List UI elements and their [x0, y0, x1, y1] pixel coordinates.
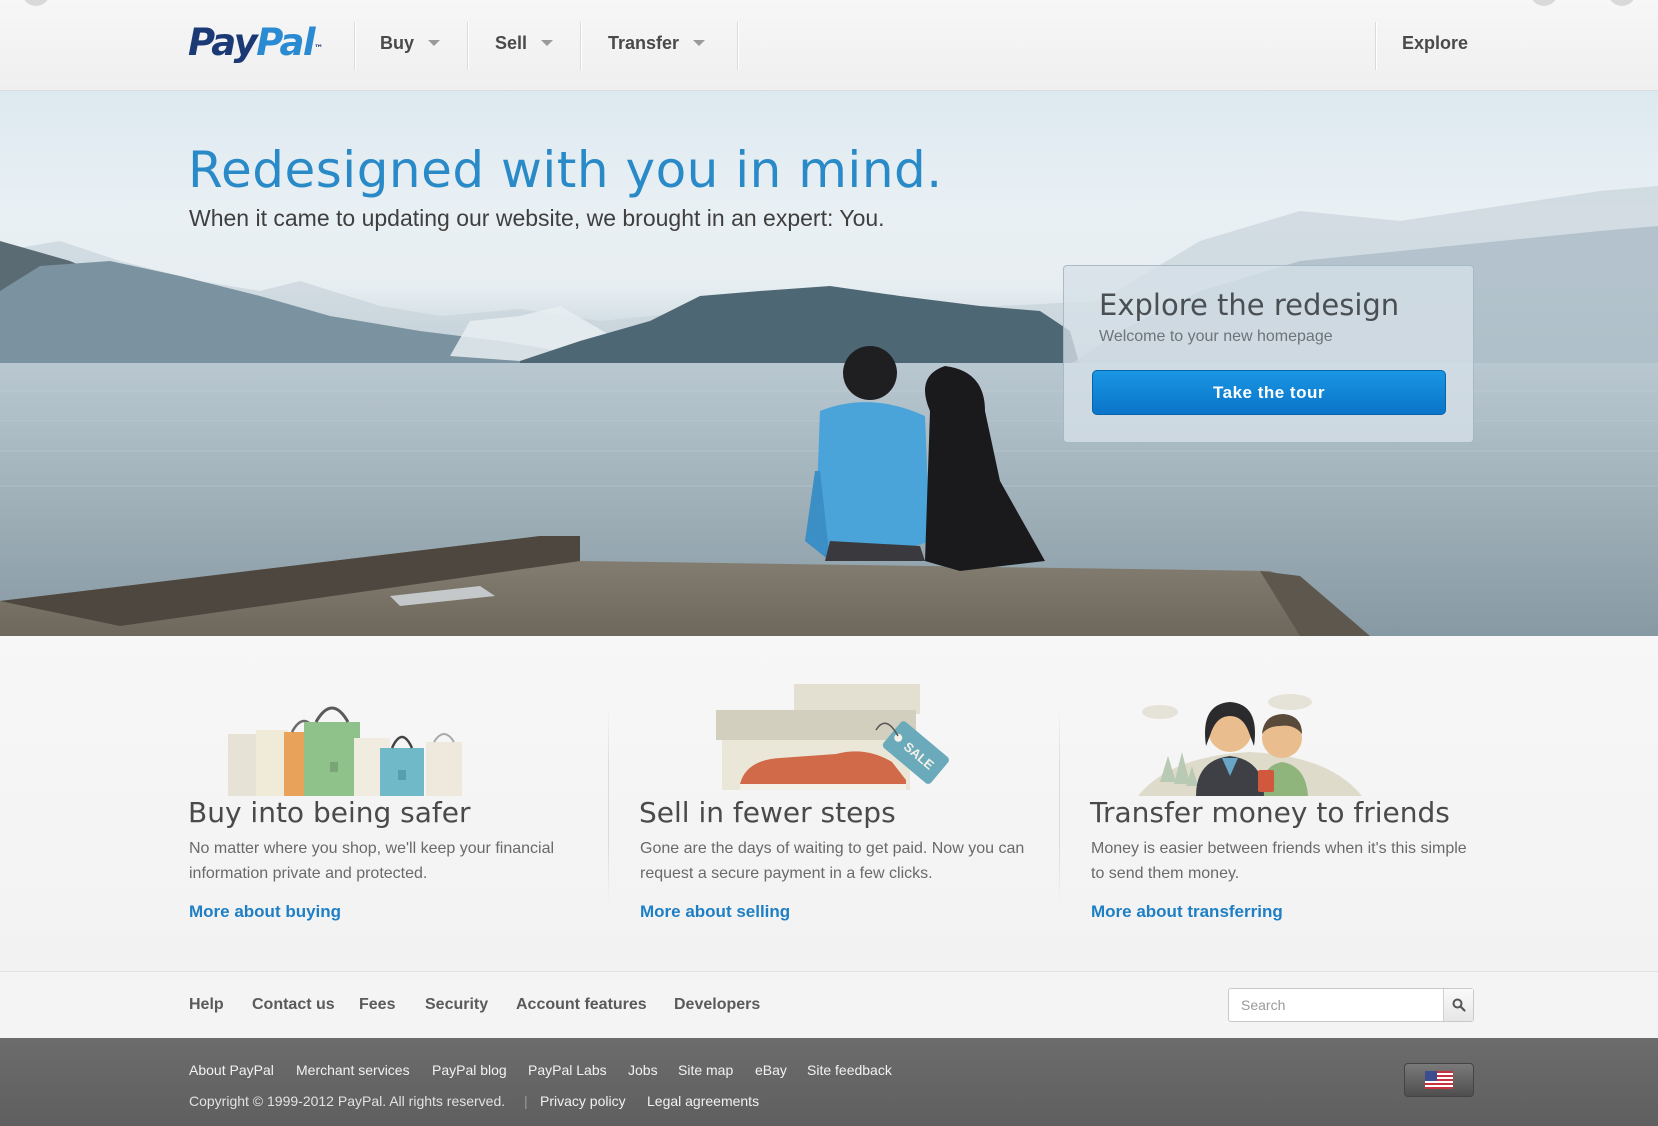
feature-transfer-title: Transfer money to friends — [1090, 796, 1450, 829]
footer-link-account-features[interactable]: Account features — [516, 996, 647, 1014]
bottom-link-merchant-services[interactable]: Merchant services — [296, 1062, 410, 1078]
bottom-link-site-map[interactable]: Site map — [678, 1062, 733, 1078]
feature-divider — [608, 706, 609, 906]
bottom-link-paypal-blog[interactable]: PayPal blog — [432, 1062, 507, 1078]
more-about-selling-link[interactable]: More about selling — [640, 902, 790, 922]
paypal-logo[interactable]: PayPal™ — [188, 20, 323, 66]
window-corner-dot — [22, 0, 50, 6]
bottom-footer: About PayPal Merchant services PayPal bl… — [0, 1038, 1658, 1126]
hero-subtitle: When it came to updating our website, we… — [189, 205, 885, 231]
footer-link-fees[interactable]: Fees — [359, 996, 395, 1014]
nav-explore[interactable]: Explore — [1402, 30, 1468, 56]
legal-separator: | — [524, 1093, 528, 1109]
logo-pay-text: Pay — [188, 21, 258, 64]
friends-icon — [1138, 694, 1362, 796]
feature-divider — [1059, 706, 1060, 906]
trademark-mark: ™ — [314, 44, 323, 54]
explore-redesign-panel: Explore the redesign Welcome to your new… — [1063, 265, 1474, 443]
more-about-buying-link[interactable]: More about buying — [189, 902, 341, 922]
top-header: PayPal™ Buy Sell Transfer Explore — [0, 0, 1658, 91]
nav-divider — [467, 22, 468, 70]
nav-divider — [1375, 22, 1376, 70]
us-flag-icon — [1425, 1071, 1453, 1089]
nav-buy[interactable]: Buy — [380, 30, 441, 56]
copyright-text: Copyright © 1999-2012 PayPal. All rights… — [189, 1093, 506, 1109]
nav-explore-label: Explore — [1402, 32, 1469, 53]
bottom-link-privacy-policy[interactable]: Privacy policy — [540, 1093, 626, 1109]
chevron-down-icon — [541, 40, 554, 46]
nav-transfer[interactable]: Transfer — [608, 30, 706, 56]
search-button[interactable] — [1443, 989, 1473, 1021]
window-corner-dot — [1530, 0, 1558, 6]
search-icon — [1452, 998, 1466, 1012]
footer-links-bar: Help Contact us Fees Security Account fe… — [0, 971, 1658, 1038]
feature-buy-description: No matter where you shop, we'll keep you… — [189, 840, 555, 882]
feature-transfer-description: Money is easier between friends when it'… — [1091, 840, 1467, 882]
footer-search — [1228, 988, 1474, 1022]
footer-link-contact-us[interactable]: Contact us — [252, 996, 335, 1014]
search-input[interactable] — [1229, 989, 1443, 1021]
take-the-tour-button[interactable]: Take the tour — [1092, 370, 1446, 415]
footer-link-help[interactable]: Help — [189, 996, 224, 1014]
bottom-link-site-feedback[interactable]: Site feedback — [807, 1062, 892, 1078]
bottom-link-ebay[interactable]: eBay — [755, 1062, 787, 1078]
bottom-link-legal-agreements[interactable]: Legal agreements — [647, 1093, 759, 1109]
more-about-transferring-link[interactable]: More about transferring — [1091, 902, 1283, 922]
feature-sell-description: Gone are the days of waiting to get paid… — [640, 840, 1025, 882]
nav-divider — [737, 22, 738, 70]
feature-buy-title: Buy into being safer — [188, 796, 471, 829]
nav-transfer-label: Transfer — [608, 32, 680, 53]
nav-sell[interactable]: Sell — [495, 30, 554, 56]
country-selector-button[interactable] — [1404, 1063, 1474, 1097]
nav-divider — [354, 22, 355, 70]
explore-panel-subtitle: Welcome to your new homepage — [1099, 328, 1333, 345]
bottom-link-paypal-labs[interactable]: PayPal Labs — [528, 1062, 607, 1078]
logo-pal-text: Pal — [256, 21, 315, 64]
hero-title: Redesigned with you in mind. — [188, 141, 943, 199]
shoe-box-icon: SALE — [716, 684, 949, 790]
shopping-bags-icon — [228, 706, 462, 796]
footer-link-developers[interactable]: Developers — [674, 996, 760, 1014]
hero-banner: Redesigned with you in mind. When it cam… — [0, 91, 1658, 636]
nav-sell-label: Sell — [495, 32, 528, 53]
features-section: Buy into being safer No matter where you… — [0, 636, 1658, 971]
explore-panel-title: Explore the redesign — [1099, 288, 1400, 322]
bottom-link-about-paypal[interactable]: About PayPal — [189, 1062, 274, 1078]
nav-divider — [580, 22, 581, 70]
chevron-down-icon — [693, 40, 706, 46]
bottom-link-jobs[interactable]: Jobs — [628, 1062, 658, 1078]
nav-buy-label: Buy — [380, 32, 415, 53]
window-corner-dot — [1608, 0, 1636, 6]
footer-link-security[interactable]: Security — [425, 996, 488, 1014]
feature-sell-title: Sell in fewer steps — [639, 796, 896, 829]
chevron-down-icon — [428, 40, 441, 46]
